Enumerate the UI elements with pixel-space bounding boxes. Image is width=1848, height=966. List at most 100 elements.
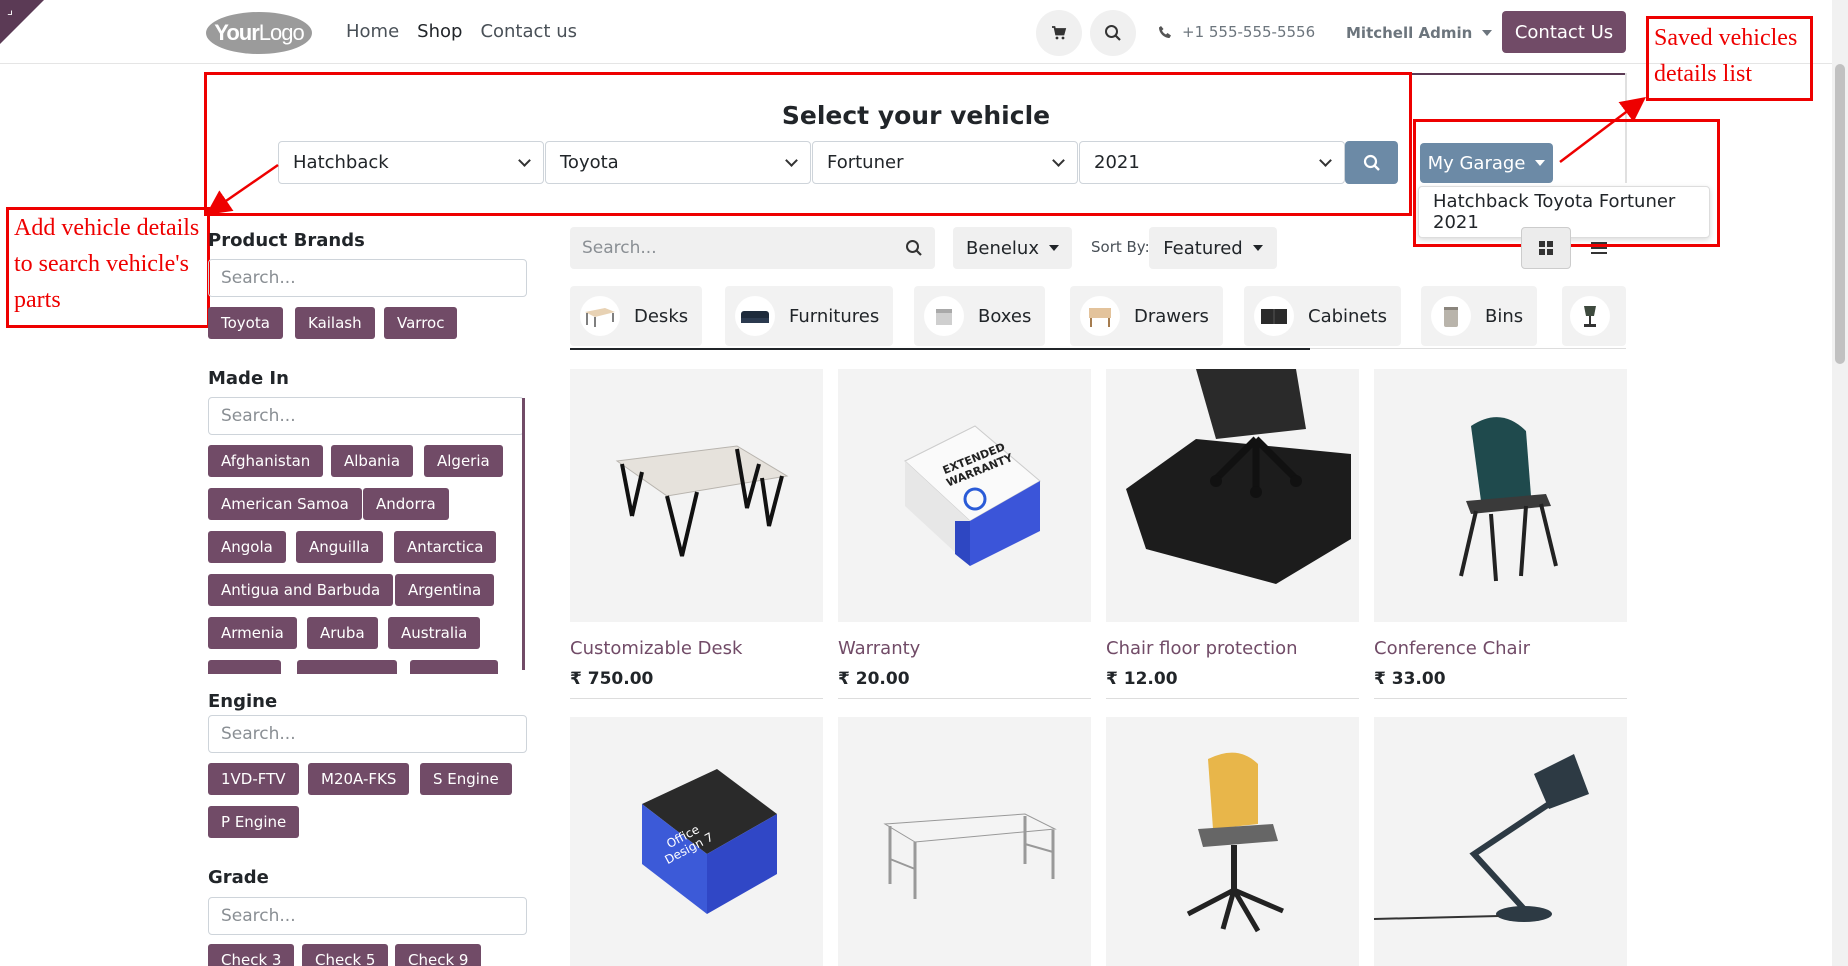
country-tag-partial[interactable] — [297, 660, 397, 674]
country-tag[interactable]: Afghanistan — [208, 445, 324, 477]
country-tag[interactable]: Albania — [331, 445, 414, 477]
product-name[interactable]: Warranty — [838, 638, 1091, 659]
grade-tag[interactable]: Check 3 — [208, 944, 295, 966]
grade-tag[interactable]: Check 5 — [302, 944, 389, 966]
pricelist-dropdown[interactable]: Benelux — [953, 227, 1072, 269]
category-label: Boxes — [978, 305, 1032, 327]
category-desks[interactable]: Desks — [570, 286, 703, 346]
caret-down-icon — [1048, 245, 1059, 251]
white-desk-image — [882, 812, 1057, 899]
category-cabinets[interactable]: Cabinets — [1244, 286, 1401, 346]
country-tag[interactable]: Algeria — [424, 445, 503, 477]
caret-down-icon — [1252, 245, 1263, 251]
warranty-box-image: EXTENDED WARRANTY — [903, 424, 1041, 566]
product-card[interactable]: Customizable Desk ₹ 750.00 — [570, 369, 823, 689]
country-tag[interactable]: Argentina — [395, 574, 495, 606]
product-price: ₹ 12.00 — [1106, 669, 1178, 689]
engine-tag[interactable]: S Engine — [420, 763, 512, 795]
product-image[interactable]: EXTENDED WARRANTY — [838, 369, 1091, 622]
product-image[interactable] — [1106, 369, 1359, 622]
product-divider — [1374, 698, 1627, 699]
sort-by-label: Sort By: — [1091, 238, 1150, 256]
product-search-placeholder: Search... — [582, 238, 657, 258]
country-tag[interactable]: Antigua and Barbuda — [208, 574, 394, 606]
country-tag[interactable]: Andorra — [363, 488, 449, 520]
desk-thumbnail-icon — [580, 296, 620, 336]
pricelist-value: Benelux — [966, 237, 1039, 259]
country-tag[interactable]: Anguilla — [296, 531, 383, 563]
product-card[interactable]: EXTENDED WARRANTY Warranty ₹ 20.00 — [838, 369, 1091, 689]
grade-search-input[interactable]: Search... — [208, 897, 527, 935]
box-thumbnail-icon — [924, 296, 964, 336]
software-box-image: Office Design 7 — [641, 768, 777, 914]
category-label: Drawers — [1134, 305, 1209, 327]
product-divider — [838, 698, 1091, 699]
search-icon[interactable] — [905, 239, 923, 257]
right-arrow — [1559, 96, 1646, 163]
product-card[interactable] — [838, 717, 1091, 966]
product-card[interactable] — [1106, 717, 1359, 966]
grade-tag[interactable]: Check 9 — [395, 944, 482, 966]
engine-tag[interactable]: P Engine — [208, 806, 300, 838]
country-tag[interactable]: Armenia — [208, 617, 297, 649]
grade-filter-title: Grade — [208, 867, 269, 888]
country-tag[interactable]: Angola — [208, 531, 286, 563]
product-name[interactable]: Customizable Desk — [570, 638, 823, 659]
country-tag[interactable]: Australia — [388, 617, 481, 649]
product-card[interactable] — [1374, 717, 1627, 966]
page: ⌟ Your Logo Home Shop Contact us +1 555-5… — [0, 0, 1848, 966]
country-tag[interactable]: Antarctica — [394, 531, 497, 563]
conference-chair-image — [1458, 416, 1558, 581]
made-in-tag-list: Afghanistan Albania Algeria American Sam… — [0, 0, 540, 674]
product-card[interactable]: Office Design 7 — [570, 717, 823, 966]
product-image[interactable]: Office Design 7 — [570, 717, 823, 966]
category-scroll-indicator — [570, 348, 1310, 350]
product-image[interactable] — [1106, 717, 1359, 966]
list-view-icon — [1591, 242, 1607, 254]
engine-filter-title: Engine — [208, 691, 278, 712]
category-furnitures[interactable]: Furnitures — [725, 286, 894, 346]
product-card[interactable]: Chair floor protection ₹ 12.00 — [1106, 369, 1359, 689]
sort-value: Featured — [1163, 237, 1243, 259]
page-scrollbar-thumb[interactable] — [1835, 64, 1845, 364]
engine-tag[interactable]: 1VD-FTV — [208, 763, 299, 795]
floor-mat-image — [1126, 369, 1351, 584]
product-divider — [1106, 698, 1359, 699]
product-price: ₹ 750.00 — [570, 669, 654, 689]
product-search-input[interactable]: Search... — [570, 227, 935, 269]
desk-lamp-image — [1374, 753, 1589, 922]
product-image[interactable] — [1374, 717, 1627, 966]
category-divider — [1310, 348, 1626, 349]
engine-tag[interactable]: M20A-FKS — [308, 763, 410, 795]
product-name[interactable]: Conference Chair — [1374, 638, 1627, 659]
product-divider — [570, 698, 823, 699]
sort-dropdown[interactable]: Featured — [1149, 227, 1277, 269]
product-card[interactable]: Conference Chair ₹ 33.00 — [1374, 369, 1627, 689]
category-bins[interactable]: Bins — [1421, 286, 1538, 346]
country-tag[interactable]: Aruba — [307, 617, 378, 649]
office-chair-image — [1186, 752, 1284, 932]
lamp-thumbnail-icon — [1570, 296, 1610, 336]
product-price: ₹ 33.00 — [1374, 669, 1446, 689]
category-label: Furnitures — [789, 305, 880, 327]
engine-search-input[interactable]: Search... — [208, 715, 527, 753]
country-tag[interactable]: American Samoa — [208, 488, 362, 520]
drawer-thumbnail-icon — [1080, 296, 1120, 336]
product-price: ₹ 20.00 — [838, 669, 910, 689]
category-boxes[interactable]: Boxes — [914, 286, 1046, 346]
category-drawers[interactable]: Drawers — [1070, 286, 1223, 346]
category-label: Desks — [634, 305, 689, 327]
country-tag-partial[interactable] — [410, 660, 498, 674]
product-image[interactable] — [1374, 369, 1627, 622]
grid-view-button[interactable] — [1521, 227, 1571, 269]
sofa-thumbnail-icon — [735, 296, 775, 336]
category-lamps-partial[interactable] — [1562, 286, 1626, 346]
product-image[interactable] — [570, 369, 823, 622]
product-name[interactable]: Chair floor protection — [1106, 638, 1359, 659]
bin-thumbnail-icon — [1431, 296, 1471, 336]
category-label: Cabinets — [1308, 305, 1387, 327]
list-view-button[interactable] — [1574, 227, 1624, 269]
desk-image — [615, 444, 788, 556]
country-tag-partial[interactable] — [208, 660, 281, 674]
product-image[interactable] — [838, 717, 1091, 966]
